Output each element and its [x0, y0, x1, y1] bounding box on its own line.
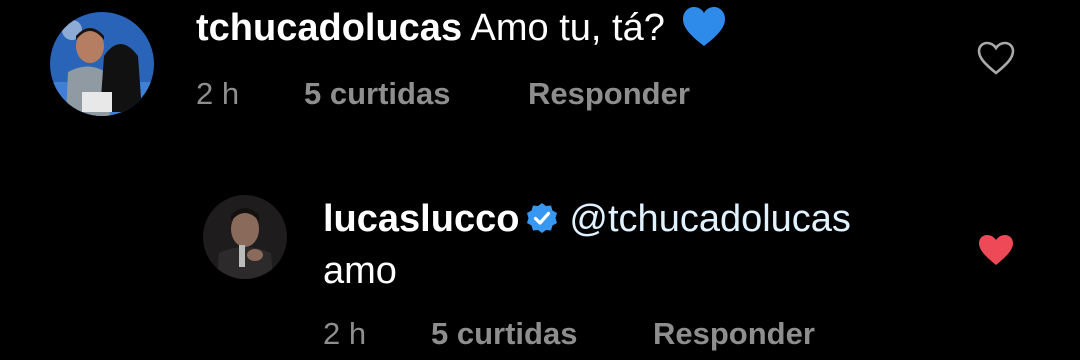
reply-time: 2 h: [323, 316, 367, 351]
likes-count[interactable]: 5 curtidas: [304, 76, 450, 112]
reply-button[interactable]: Responder: [528, 76, 690, 112]
comment-time: 2 h: [196, 76, 240, 111]
mention-link[interactable]: @tchucadolucas: [569, 198, 851, 240]
reply-button[interactable]: Responder: [653, 316, 815, 352]
like-heart-filled-icon[interactable]: [976, 232, 1016, 268]
comment-username[interactable]: tchucadolucas: [196, 7, 462, 49]
avatar[interactable]: [50, 12, 154, 116]
reply-meta: 2 h 5 curtidas Responder: [323, 316, 883, 356]
comment-meta: 2 h 5 curtidas Responder: [196, 76, 756, 116]
reply-line: lucaslucco @tchucadolucas: [323, 198, 851, 246]
comment-line: tchucadolucas Amo tu, tá?: [196, 6, 727, 58]
reply-text: amo: [323, 250, 397, 292]
reply-username[interactable]: lucaslucco: [323, 198, 519, 240]
comment-text: Amo tu, tá?: [470, 7, 665, 49]
likes-count[interactable]: 5 curtidas: [431, 316, 577, 352]
verified-badge-icon: [525, 202, 559, 246]
like-heart-outline-icon[interactable]: [976, 40, 1016, 76]
avatar[interactable]: [203, 195, 287, 279]
blue-heart-emoji-icon: [681, 6, 727, 58]
